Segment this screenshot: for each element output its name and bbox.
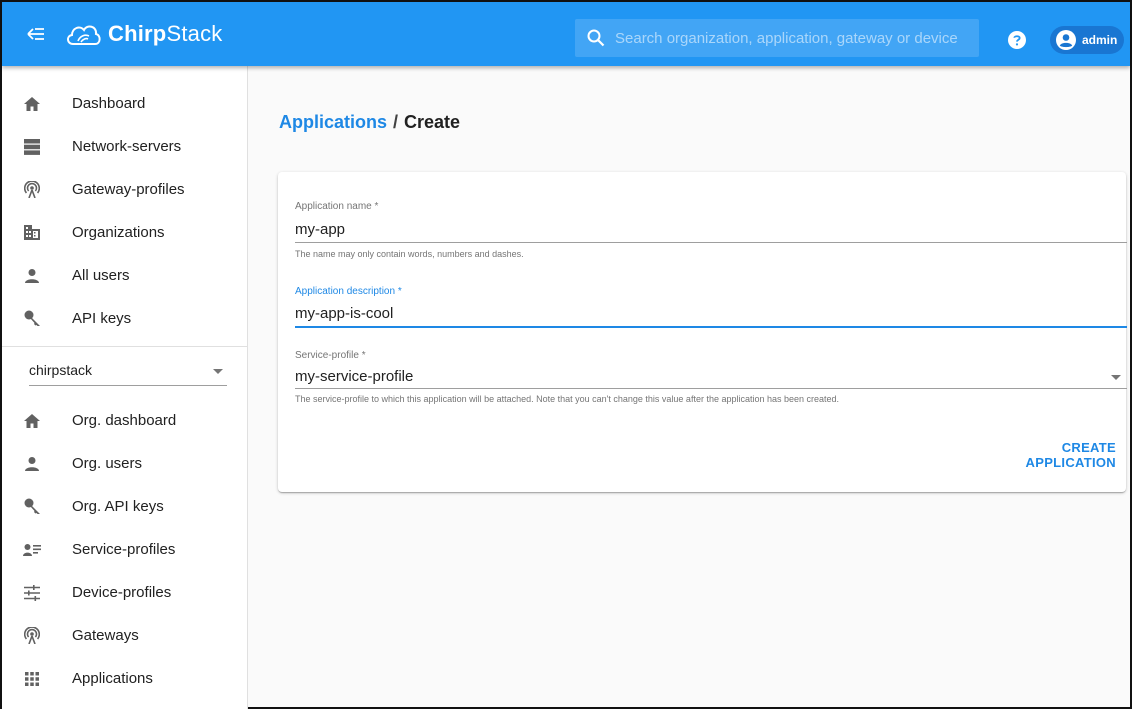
user-menu-chip[interactable]: admin bbox=[1050, 26, 1124, 54]
sidebar-item-label: Device-profiles bbox=[72, 584, 172, 601]
account-circle-icon bbox=[1056, 30, 1076, 50]
home-icon bbox=[23, 95, 41, 113]
search-icon bbox=[587, 29, 605, 47]
sidebar-item-label: Org. dashboard bbox=[72, 412, 177, 429]
application-description-underline bbox=[295, 326, 1127, 328]
global-search bbox=[575, 19, 979, 57]
breadcrumb-current: Create bbox=[404, 112, 461, 132]
sidebar: Dashboard Network-servers Gateway-profil… bbox=[2, 66, 248, 709]
brand-rest: Stack bbox=[166, 21, 223, 46]
organization-select[interactable]: chirpstack bbox=[29, 358, 227, 386]
breadcrumb: Applications / Create bbox=[279, 112, 460, 133]
sidebar-item-gateway-profiles[interactable]: Gateway-profiles bbox=[2, 168, 248, 211]
username-label: admin bbox=[1082, 33, 1118, 47]
sidebar-item-gateways[interactable]: Gateways bbox=[2, 614, 248, 657]
application-name-underline bbox=[295, 242, 1127, 243]
create-application-button[interactable]: CREATE APPLICATION bbox=[978, 440, 1126, 470]
sidebar-item-label: Gateways bbox=[72, 627, 139, 644]
sidebar-item-label: Gateway-profiles bbox=[72, 181, 185, 198]
key-icon bbox=[23, 498, 41, 516]
organization-select-value: chirpstack bbox=[29, 362, 93, 378]
menu-collapse-icon bbox=[27, 28, 44, 40]
apps-icon bbox=[23, 670, 41, 688]
sidebar-item-device-profiles[interactable]: Device-profiles bbox=[2, 571, 248, 614]
service-profile-underline bbox=[295, 388, 1127, 389]
application-name-helper: The name may only contain words, numbers… bbox=[295, 249, 524, 259]
sidebar-item-label: Dashboard bbox=[72, 95, 146, 112]
breadcrumb-applications-link[interactable]: Applications bbox=[279, 112, 387, 132]
help-icon[interactable] bbox=[1008, 31, 1026, 49]
cloud-logo-icon bbox=[67, 25, 101, 45]
create-application-form: Application name * The name may only con… bbox=[278, 172, 1127, 492]
sidebar-item-org-dashboard[interactable]: Org. dashboard bbox=[2, 399, 248, 442]
sidebar-item-label: API keys bbox=[72, 310, 132, 327]
server-icon bbox=[23, 138, 41, 156]
sidebar-item-label: Network-servers bbox=[72, 138, 182, 155]
home-icon bbox=[23, 412, 41, 430]
sidebar-item-label: Org. users bbox=[72, 455, 143, 472]
sidebar-item-service-profiles[interactable]: Service-profiles bbox=[2, 528, 248, 571]
person-icon bbox=[23, 455, 41, 473]
sidebar-item-organizations[interactable]: Organizations bbox=[2, 211, 248, 254]
sidebar-item-label: All users bbox=[72, 267, 130, 284]
service-profile-value: my-service-profile bbox=[295, 368, 414, 385]
sidebar-item-all-users[interactable]: All users bbox=[2, 254, 248, 297]
service-profile-select[interactable]: my-service-profile bbox=[295, 365, 1127, 389]
search-input[interactable] bbox=[615, 29, 975, 47]
person-icon bbox=[23, 267, 41, 285]
service-profile-label: Service-profile * bbox=[295, 350, 366, 361]
chevron-down-icon bbox=[213, 369, 223, 374]
account-details-icon bbox=[23, 541, 41, 559]
sidebar-item-label: Org. API keys bbox=[72, 498, 164, 515]
breadcrumb-separator: / bbox=[393, 112, 399, 132]
application-description-label: Application description * bbox=[295, 286, 402, 297]
application-name-input[interactable] bbox=[295, 218, 1127, 240]
service-profile-helper: The service-profile to which this applic… bbox=[295, 394, 840, 404]
tune-icon bbox=[23, 584, 41, 602]
chirpstack-logo[interactable]: ChirpStack bbox=[64, 14, 222, 54]
sidebar-item-dashboard[interactable]: Dashboard bbox=[2, 82, 248, 125]
application-name-label: Application name * bbox=[295, 201, 379, 212]
sidebar-item-org-users[interactable]: Org. users bbox=[2, 442, 248, 485]
app-bar: ChirpStack admin bbox=[2, 2, 1130, 66]
sidebar-item-api-keys[interactable]: API keys bbox=[2, 297, 248, 340]
key-icon bbox=[23, 310, 41, 328]
brand-bold: Chirp bbox=[108, 21, 167, 46]
sidebar-item-label: Applications bbox=[72, 670, 153, 687]
sidebar-divider bbox=[2, 346, 248, 347]
sidebar-item-network-servers[interactable]: Network-servers bbox=[2, 125, 248, 168]
sidebar-item-label: Service-profiles bbox=[72, 541, 176, 558]
brand-name: ChirpStack bbox=[108, 21, 222, 47]
radio-tower-icon bbox=[23, 627, 41, 645]
sidebar-item-org-api-keys[interactable]: Org. API keys bbox=[2, 485, 248, 528]
application-description-input[interactable] bbox=[295, 302, 1127, 324]
sidebar-item-label: Organizations bbox=[72, 224, 165, 241]
sidebar-item-applications[interactable]: Applications bbox=[2, 657, 248, 700]
collapse-menu-button[interactable] bbox=[22, 20, 50, 48]
domain-icon bbox=[23, 224, 41, 242]
chevron-down-icon bbox=[1111, 375, 1121, 380]
radio-tower-icon bbox=[23, 181, 41, 199]
